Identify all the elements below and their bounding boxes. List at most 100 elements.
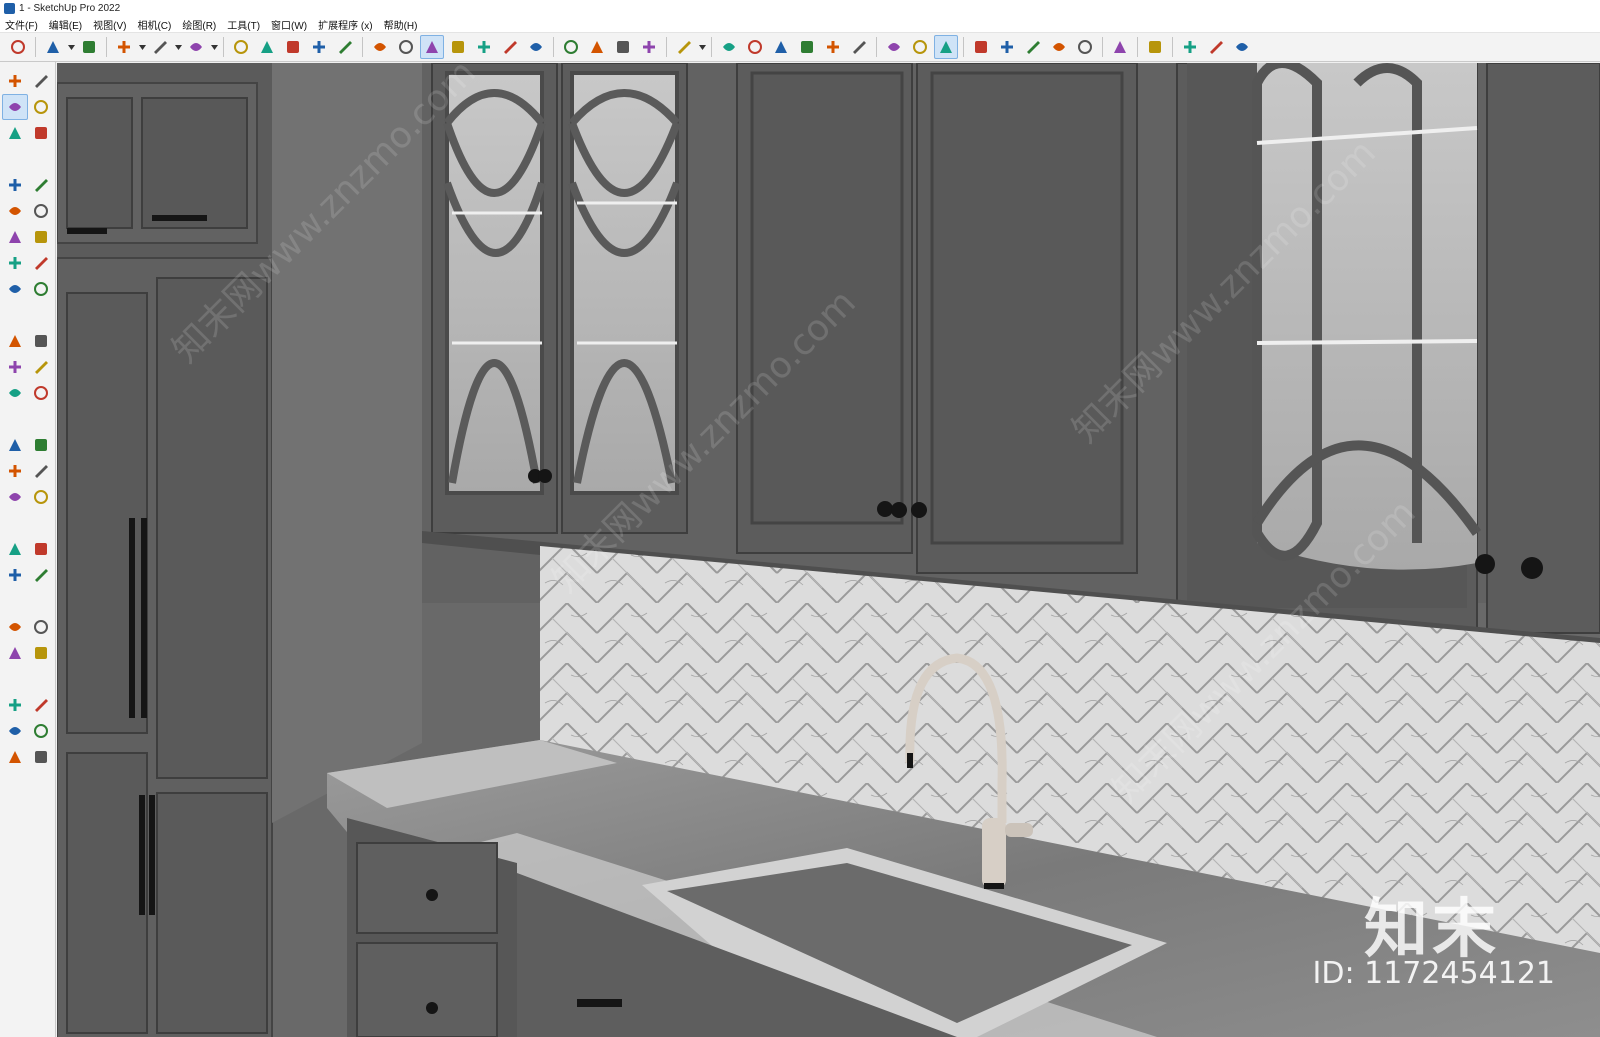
walk-button[interactable]	[637, 35, 661, 59]
left-tool-paint-bucket[interactable]	[2, 94, 28, 120]
scale-button[interactable]	[333, 35, 357, 59]
move-button[interactable]	[281, 35, 305, 59]
info-button[interactable]	[1178, 35, 1202, 59]
menu-camera[interactable]: 相机(C)	[137, 17, 171, 32]
left-tool-display-section[interactable]	[28, 718, 54, 744]
menu-edit[interactable]: 编辑(E)	[49, 17, 82, 32]
orbit-button[interactable]	[446, 35, 470, 59]
left-tool-display-planes[interactable]	[28, 744, 54, 770]
library-button[interactable]	[1021, 35, 1045, 59]
menu-tools[interactable]: 工具(T)	[227, 17, 260, 32]
left-tool-section[interactable]	[2, 120, 28, 146]
iso-view-button[interactable]	[717, 35, 741, 59]
left-tool-zoom-extents-tool[interactable]	[2, 614, 28, 640]
account-button[interactable]	[672, 35, 696, 59]
arc-button[interactable]	[148, 35, 172, 59]
search-button[interactable]	[6, 35, 30, 59]
left-tool-orbit[interactable]	[28, 68, 54, 94]
left-tool-offset[interactable]	[28, 380, 54, 406]
window-button[interactable]	[1143, 35, 1167, 59]
layers-button[interactable]	[611, 35, 635, 59]
pencil-button[interactable]	[112, 35, 136, 59]
chevron-down-icon[interactable]	[138, 35, 146, 59]
left-tool-follow-me[interactable]	[28, 354, 54, 380]
rectangle-button[interactable]	[184, 35, 208, 59]
left-tool-arc-3pt[interactable]	[2, 276, 28, 302]
left-tool-tape-measure[interactable]	[2, 432, 28, 458]
menu-help[interactable]: 帮助(H)	[384, 17, 418, 32]
left-tool-freehand[interactable]	[28, 172, 54, 198]
left-tool-dimension[interactable]	[28, 432, 54, 458]
scenes-button[interactable]	[934, 35, 958, 59]
home-view-button[interactable]	[769, 35, 793, 59]
section-button[interactable]	[559, 35, 583, 59]
front-view-button[interactable]	[743, 35, 767, 59]
chevron-down-icon[interactable]	[67, 35, 75, 59]
warehouse-button[interactable]	[995, 35, 1019, 59]
left-tool-move[interactable]	[2, 328, 28, 354]
left-tool-eraser[interactable]	[28, 94, 54, 120]
cloud-button[interactable]	[1073, 35, 1097, 59]
left-view-button[interactable]	[847, 35, 871, 59]
paint-bucket-button[interactable]	[420, 35, 444, 59]
left-tool-pie[interactable]	[28, 276, 54, 302]
left-tool-protractor[interactable]	[2, 458, 28, 484]
text-button[interactable]	[394, 35, 418, 59]
chevron-down-icon[interactable]	[174, 35, 182, 59]
select-button[interactable]	[41, 35, 65, 59]
chevron-down-icon[interactable]	[698, 35, 706, 59]
pan-button[interactable]	[472, 35, 496, 59]
left-tool-section-plane[interactable]	[28, 692, 54, 718]
left-tool-zoom-window[interactable]	[28, 562, 54, 588]
left-tool-scale[interactable]	[2, 380, 28, 406]
left-tool-zoom-tool[interactable]	[2, 562, 28, 588]
zoom-extents-button[interactable]	[524, 35, 548, 59]
menu-view[interactable]: 视图(V)	[93, 17, 126, 32]
profile-button[interactable]	[1230, 35, 1254, 59]
checker-button[interactable]	[1047, 35, 1071, 59]
left-tool-pencil[interactable]	[2, 172, 28, 198]
tape-measure-button[interactable]	[368, 35, 392, 59]
zoom-button[interactable]	[498, 35, 522, 59]
plus-circle-button[interactable]	[969, 35, 993, 59]
left-tool-rotate[interactable]	[2, 354, 28, 380]
rotate-button[interactable]	[307, 35, 331, 59]
left-tool-axes[interactable]	[2, 484, 28, 510]
chevron-down-icon[interactable]	[210, 35, 218, 59]
model-viewport[interactable]: 知末网www.znzmo.com 知末网www.znzmo.com 知末网www…	[57, 63, 1600, 1037]
follow-me-button[interactable]	[255, 35, 279, 59]
hide-button[interactable]	[585, 35, 609, 59]
left-tool-orbit-tool[interactable]	[2, 536, 28, 562]
left-tool-tag[interactable]	[28, 120, 54, 146]
pan-tool-icon	[32, 540, 50, 558]
left-tool-rectangle[interactable]	[2, 198, 28, 224]
menu-file[interactable]: 文件(F)	[5, 17, 38, 32]
menu-extensions[interactable]: 扩展程序 (x)	[318, 17, 372, 32]
left-tool-previous-view[interactable]	[28, 614, 54, 640]
left-tool-push-pull[interactable]	[28, 328, 54, 354]
components-button[interactable]	[882, 35, 906, 59]
left-tool-polygon[interactable]	[28, 224, 54, 250]
left-tool-position-camera[interactable]	[2, 640, 28, 666]
left-tool-layers-tool[interactable]	[2, 744, 28, 770]
top-view-button[interactable]	[821, 35, 845, 59]
left-tool-arc-2pt[interactable]	[28, 250, 54, 276]
push-pull-button[interactable]	[229, 35, 253, 59]
left-tool-arc[interactable]	[2, 250, 28, 276]
left-tool-look-around[interactable]	[28, 640, 54, 666]
eraser-button[interactable]	[77, 35, 101, 59]
menu-draw[interactable]: 绘图(R)	[182, 17, 216, 32]
cart-button[interactable]	[1204, 35, 1228, 59]
left-tool-pan-tool[interactable]	[28, 536, 54, 562]
right-view-button[interactable]	[795, 35, 819, 59]
extensions-button[interactable]	[1108, 35, 1132, 59]
menu-window[interactable]: 窗口(W)	[271, 17, 307, 32]
left-tool-text[interactable]	[28, 458, 54, 484]
left-tool-rotated-rectangle[interactable]	[28, 198, 54, 224]
styles-button[interactable]	[908, 35, 932, 59]
left-tool-walk-tool[interactable]	[2, 692, 28, 718]
left-tool-circle[interactable]	[2, 224, 28, 250]
left-tool-3d-text[interactable]	[28, 484, 54, 510]
left-tool-section-cut[interactable]	[2, 718, 28, 744]
left-tool-select[interactable]	[2, 68, 28, 94]
